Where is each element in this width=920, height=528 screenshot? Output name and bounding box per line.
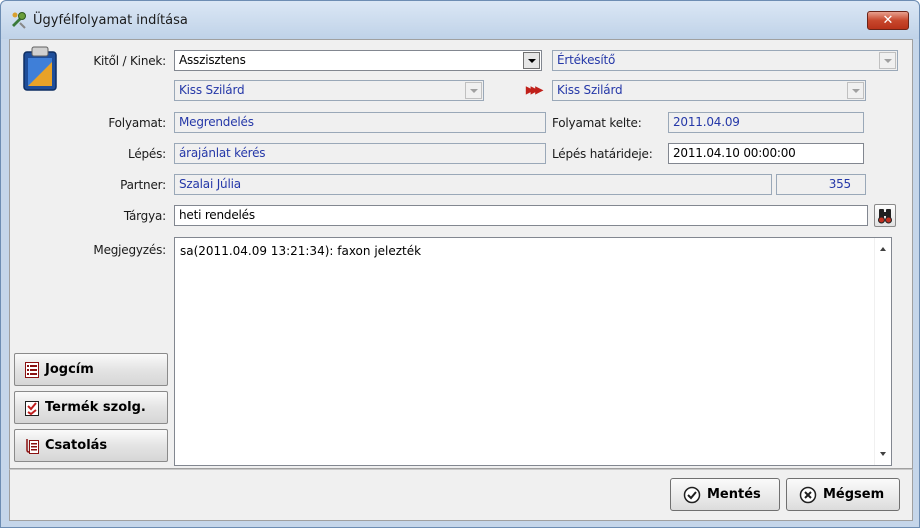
folyamat-label: Folyamat: [108,116,166,130]
scroll-down-icon[interactable] [880,452,886,456]
lepes-label: Lépés: [128,147,166,161]
from-role-select[interactable]: Asszisztens [174,50,542,71]
folyamat-kelte-field: 2011.04.09 [668,112,864,133]
title-bar: Ügyfélfolyamat indítása ✕ [1,1,919,39]
cancel-button[interactable]: Mégsem [786,478,900,511]
jogcim-label: Jogcím [45,362,94,377]
chevron-down-icon[interactable] [523,52,540,69]
form-area: Kitől / Kinek: Asszisztens Értékesítő Ki… [9,39,913,469]
save-button[interactable]: Mentés [670,478,780,511]
termek-szolg-button[interactable]: Termék szolg. [14,391,168,424]
checklist-icon [25,401,39,416]
targya-input[interactable]: heti rendelés [174,205,868,226]
cancel-circle-icon [799,486,817,504]
button-bar: Mentés Mégsem [9,469,913,521]
to-person-value: Kiss Szilárd [557,83,623,97]
to-role-select[interactable]: Értékesítő [552,50,898,71]
from-person-select[interactable]: Kiss Szilárd [174,80,484,101]
partner-field: Szalai Júlia [174,174,772,195]
from-role-value: Asszisztens [179,53,246,67]
folyamat-field: Megrendelés [174,112,546,133]
window-title: Ügyfélfolyamat indítása [33,13,188,28]
to-person-select[interactable]: Kiss Szilárd [552,80,866,101]
megjegyzes-label: Megjegyzés: [93,243,166,257]
chevron-down-icon[interactable] [879,52,896,69]
binoculars-icon [878,209,892,224]
megjegyzes-textarea[interactable]: sa(2011.04.09 13:21:34): faxon jelezték [174,237,892,466]
csatolas-label: Csatolás [45,438,108,453]
chevron-down-icon[interactable] [465,82,482,99]
partner-id-field: 355 [776,174,866,195]
folyamat-kelte-label: Folyamat kelte: [552,116,642,130]
cancel-label: Mégsem [823,487,885,502]
jogcim-button[interactable]: Jogcím [14,353,168,386]
save-label: Mentés [707,487,761,502]
to-role-value: Értékesítő [557,53,616,67]
csatolas-button[interactable]: Csatolás [14,429,168,462]
termek-szolg-label: Termék szolg. [45,400,146,415]
kitol-label: Kitől / Kinek: [93,54,166,68]
lepes-hatarideje-input[interactable]: 2011.04.10 00:00:00 [668,143,864,164]
dialog-window: Ügyfélfolyamat indítása ✕ Kitől / Kinek:… [0,0,920,528]
search-button[interactable] [874,204,896,227]
lepes-hatarideje-label: Lépés határideje: [552,147,653,161]
clipboard-icon [23,46,57,91]
partner-label: Partner: [120,178,166,192]
lepes-field: árajánlat kérés [174,143,546,164]
from-person-value: Kiss Szilárd [179,83,245,97]
tools-icon [12,12,26,29]
check-circle-icon [683,486,701,504]
scroll-up-icon[interactable] [880,247,886,251]
attachment-icon [26,439,39,454]
targya-label: Tárgya: [123,209,166,223]
close-button[interactable]: ✕ [867,11,909,30]
megjegyzes-text: sa(2011.04.09 13:21:34): faxon jelezték [180,244,422,258]
chevron-down-icon[interactable] [847,82,864,99]
direction-arrows-icon: ▶▶▶ [526,85,543,96]
memo-scrollbar[interactable] [874,238,891,465]
list-icon [25,362,39,378]
